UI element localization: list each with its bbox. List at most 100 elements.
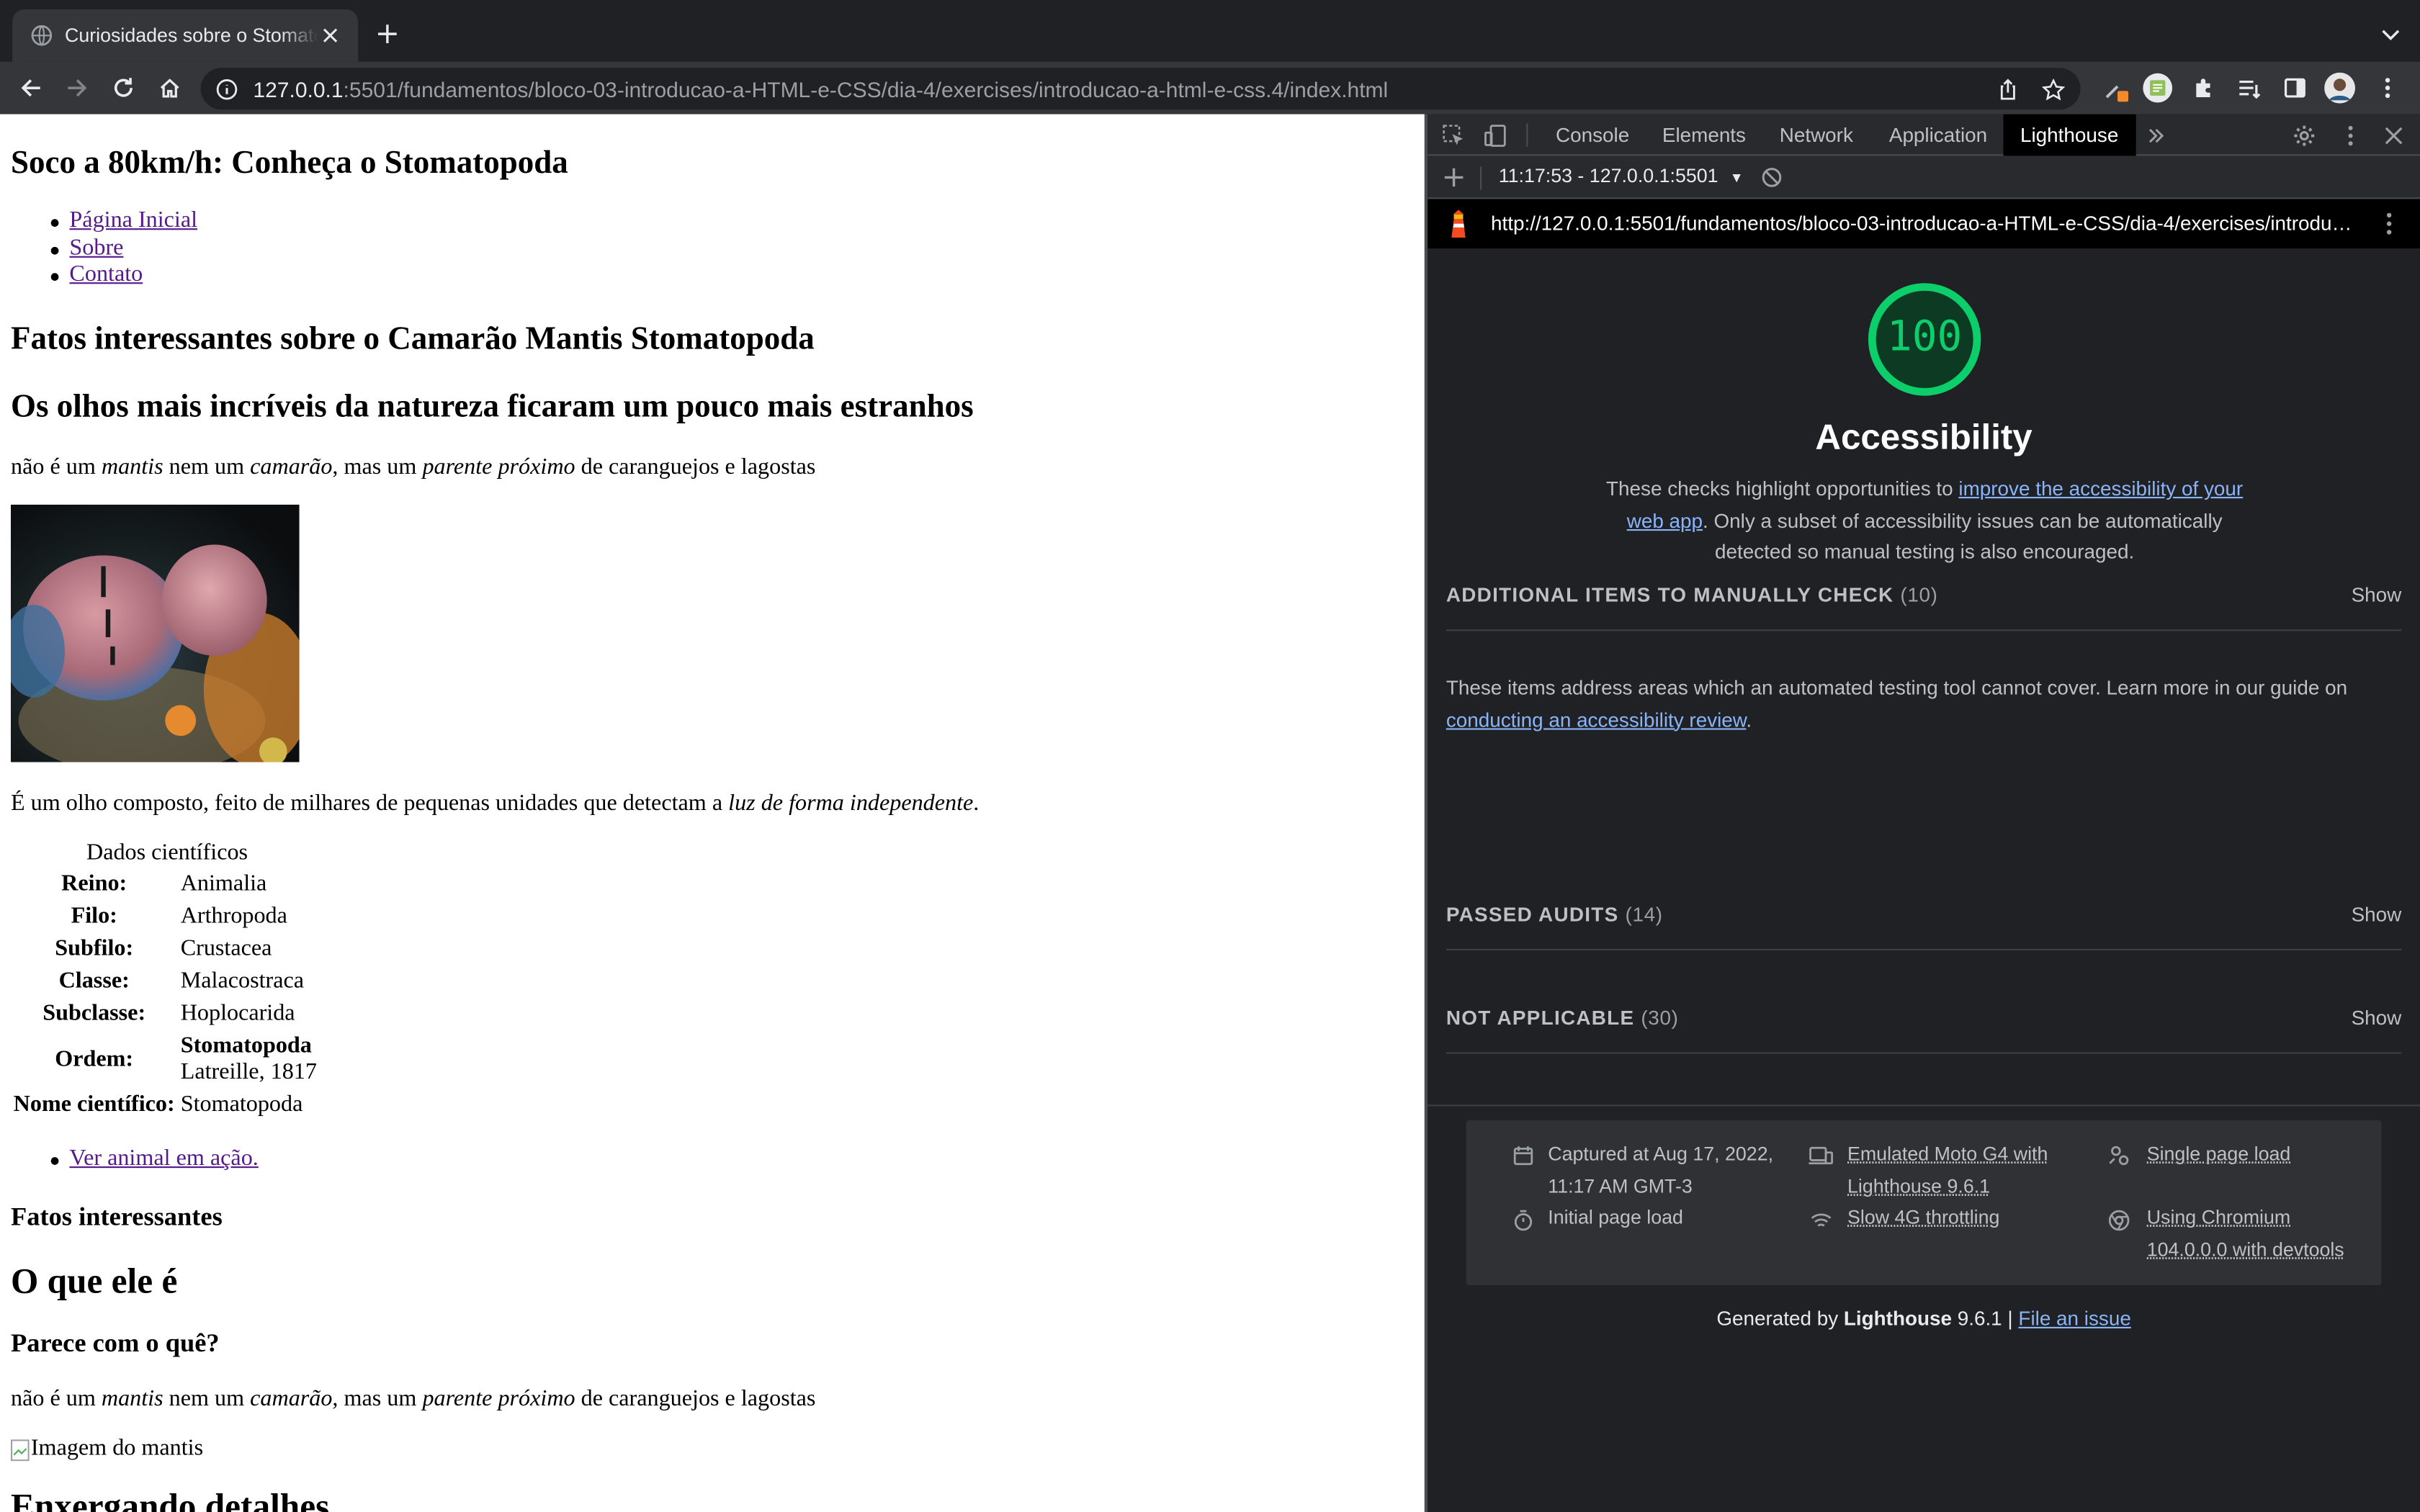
tab-title: Curiosidades sobre o Stomatopoda (65, 24, 318, 47)
reading-list-icon[interactable] (2233, 73, 2264, 104)
globe-icon (31, 24, 53, 46)
address-bar[interactable]: 127.0.0.1:5501/fundamentos/bloco-03-intr… (200, 68, 2081, 110)
table-row-label: Reino: (61, 871, 127, 896)
settings-gear-icon[interactable] (2290, 122, 2318, 150)
eye-paragraph: É um olho composto, feito de milhares de… (11, 791, 980, 816)
lighthouse-toolbar: 11:17:53 - 127.0.0.1:5501 ▼ (1428, 156, 2420, 199)
table-row-value: Stomatopoda (180, 1092, 303, 1117)
table-row-value: Hoplocarida (180, 1001, 295, 1026)
chromium-version[interactable]: Using Chromium 104.0.0.0 with devtools (2147, 1202, 2363, 1265)
back-arrow-icon[interactable] (14, 71, 48, 105)
group-divider (1446, 948, 2402, 950)
show-not-applicable-button[interactable]: Show (2352, 1006, 2402, 1029)
bookmark-star-icon[interactable] (2039, 76, 2067, 104)
single-load-icon (2107, 1143, 2131, 1168)
tab-lighthouse[interactable]: Lighthouse (2003, 114, 2136, 156)
tab-application[interactable]: Application (1872, 114, 2004, 156)
report-url: http://127.0.0.1:5501/fundamentos/bloco-… (1491, 211, 2355, 235)
mantis-eye-photo (11, 504, 300, 762)
group-divider (1446, 1052, 2402, 1054)
initial-page-load: Initial page load (1548, 1206, 1683, 1228)
table-row-label: Ordem: (55, 1048, 134, 1073)
clear-reports-icon[interactable] (1758, 163, 1786, 192)
toolbar-divider (1480, 166, 1482, 190)
file-issue-link[interactable]: File an issue (2018, 1307, 2130, 1330)
report-select[interactable]: 11:17:53 - 127.0.0.1:5501 ▼ (1499, 165, 1744, 186)
action-video-link[interactable]: Ver animal em ação. (69, 1146, 258, 1172)
new-tab-icon[interactable] (374, 20, 402, 48)
wifi-icon (1809, 1208, 1833, 1233)
emulated-device[interactable]: Emulated Moto G4 with Lighthouse 9.6.1 (1847, 1138, 2079, 1202)
intro-paragraph-repeat: não é um mantis nem um camarão, mas um p… (11, 1387, 816, 1412)
table-caption: Dados científicos (86, 840, 248, 866)
list-bullet (50, 1157, 59, 1165)
table-row-value: Malacostraca (180, 968, 305, 994)
nav-link-about[interactable]: Sobre (69, 236, 123, 262)
captured-at: Captured at Aug 17, 2022, 11:17 AM GMT-3 (1548, 1143, 1774, 1197)
forward-arrow-icon[interactable] (60, 71, 94, 105)
nav-link-home[interactable]: Página Inicial (69, 208, 197, 234)
facts-subheading: Fatos interessantes (11, 1202, 223, 1231)
tab-network[interactable]: Network (1762, 114, 1870, 156)
page-viewport: Soco a 80km/h: Conheça o Stomatopoda Pág… (0, 114, 1425, 1512)
broken-image-icon (11, 1439, 30, 1461)
devtools-panel: Console Elements Network Application Lig… (1428, 114, 2420, 1512)
close-tab-icon[interactable] (318, 23, 342, 48)
extension-eyedropper-icon[interactable] (2100, 73, 2131, 104)
tab-console[interactable]: Console (1538, 114, 1646, 156)
reload-icon[interactable] (107, 71, 140, 105)
eyes-heading: Os olhos mais incríveis da natureza fica… (11, 387, 974, 425)
devtools-menu-icon[interactable] (2336, 122, 2365, 150)
extension-notes-icon[interactable] (2142, 73, 2173, 104)
facts-heading: Fatos interessantes sobre o Camarão Mant… (11, 319, 815, 356)
intro-paragraph: não é um mantis nem um camarão, mas um p… (11, 455, 816, 480)
device-toolbar-icon[interactable] (1482, 122, 1510, 150)
report-url-bar: http://127.0.0.1:5501/fundamentos/bloco-… (1428, 199, 2420, 248)
home-icon[interactable] (153, 71, 187, 105)
tab-search-chevron-icon[interactable] (2380, 23, 2401, 45)
browser-tab[interactable]: Curiosidades sobre o Stomatopoda (12, 9, 359, 62)
browser-menu-icon[interactable] (2372, 73, 2403, 104)
passed-audits-group[interactable]: PASSED AUDITS (14) (1446, 903, 1663, 926)
report-menu-icon[interactable] (2375, 210, 2403, 238)
manual-check-description: These items address areas which an autom… (1446, 675, 2348, 731)
table-row-label: Filo: (71, 904, 117, 929)
looks-heading: Parece com o quê? (11, 1328, 220, 1358)
new-report-plus-icon[interactable] (1440, 163, 1468, 192)
category-title: Accessibility (1815, 416, 2033, 457)
timer-icon (1511, 1208, 1536, 1233)
table-row-value-secondary: Latreille, 1817 (180, 1060, 317, 1085)
table-row-value: Arthropoda (180, 904, 287, 929)
device-icon (1809, 1143, 1833, 1168)
accessibility-review-link[interactable]: conducting an accessibility review (1446, 707, 1747, 730)
network-throttling[interactable]: Slow 4G throttling (1847, 1202, 1999, 1233)
extensions-puzzle-icon[interactable] (2189, 73, 2220, 104)
group-divider (1446, 629, 2402, 631)
share-icon[interactable] (1994, 76, 2022, 104)
manual-check-group[interactable]: ADDITIONAL ITEMS TO MANUALLY CHECK (10) (1446, 583, 1938, 606)
category-description: These checks highlight opportunities to … (1606, 477, 2244, 564)
close-devtools-icon[interactable] (2380, 122, 2408, 150)
table-row-label: Subclasse: (42, 1001, 146, 1026)
generated-by-footer: Generated by Lighthouse 9.6.1 | File an … (1716, 1307, 2131, 1331)
inspect-element-icon[interactable] (1440, 122, 1468, 150)
nav-link-contact[interactable]: Contato (69, 262, 143, 288)
side-panel-icon[interactable] (2280, 73, 2311, 104)
site-info-icon[interactable] (216, 78, 238, 99)
table-row-value: Animalia (180, 871, 267, 896)
tab-divider (1526, 123, 1528, 147)
show-manual-button[interactable]: Show (2352, 583, 2402, 606)
lighthouse-report: 100 Accessibility These checks highlight… (1428, 248, 2420, 1512)
profile-avatar[interactable] (2324, 72, 2355, 104)
tab-elements[interactable]: Elements (1645, 114, 1762, 156)
chromium-icon (2107, 1208, 2131, 1233)
show-passed-button[interactable]: Show (2352, 903, 2402, 926)
nav-bullet (50, 219, 59, 227)
devtools-tabbar: Console Elements Network Application Lig… (1428, 114, 2420, 156)
tab-strip: Curiosidades sobre o Stomatopoda (0, 0, 2420, 62)
single-page-load[interactable]: Single page load (2147, 1138, 2291, 1170)
more-tabs-chevron-icon[interactable] (2142, 122, 2170, 150)
dropdown-caret-icon: ▼ (1729, 169, 1744, 186)
not-applicable-group[interactable]: NOT APPLICABLE (30) (1446, 1006, 1679, 1029)
table-row-value: Stomatopoda (180, 1033, 312, 1058)
